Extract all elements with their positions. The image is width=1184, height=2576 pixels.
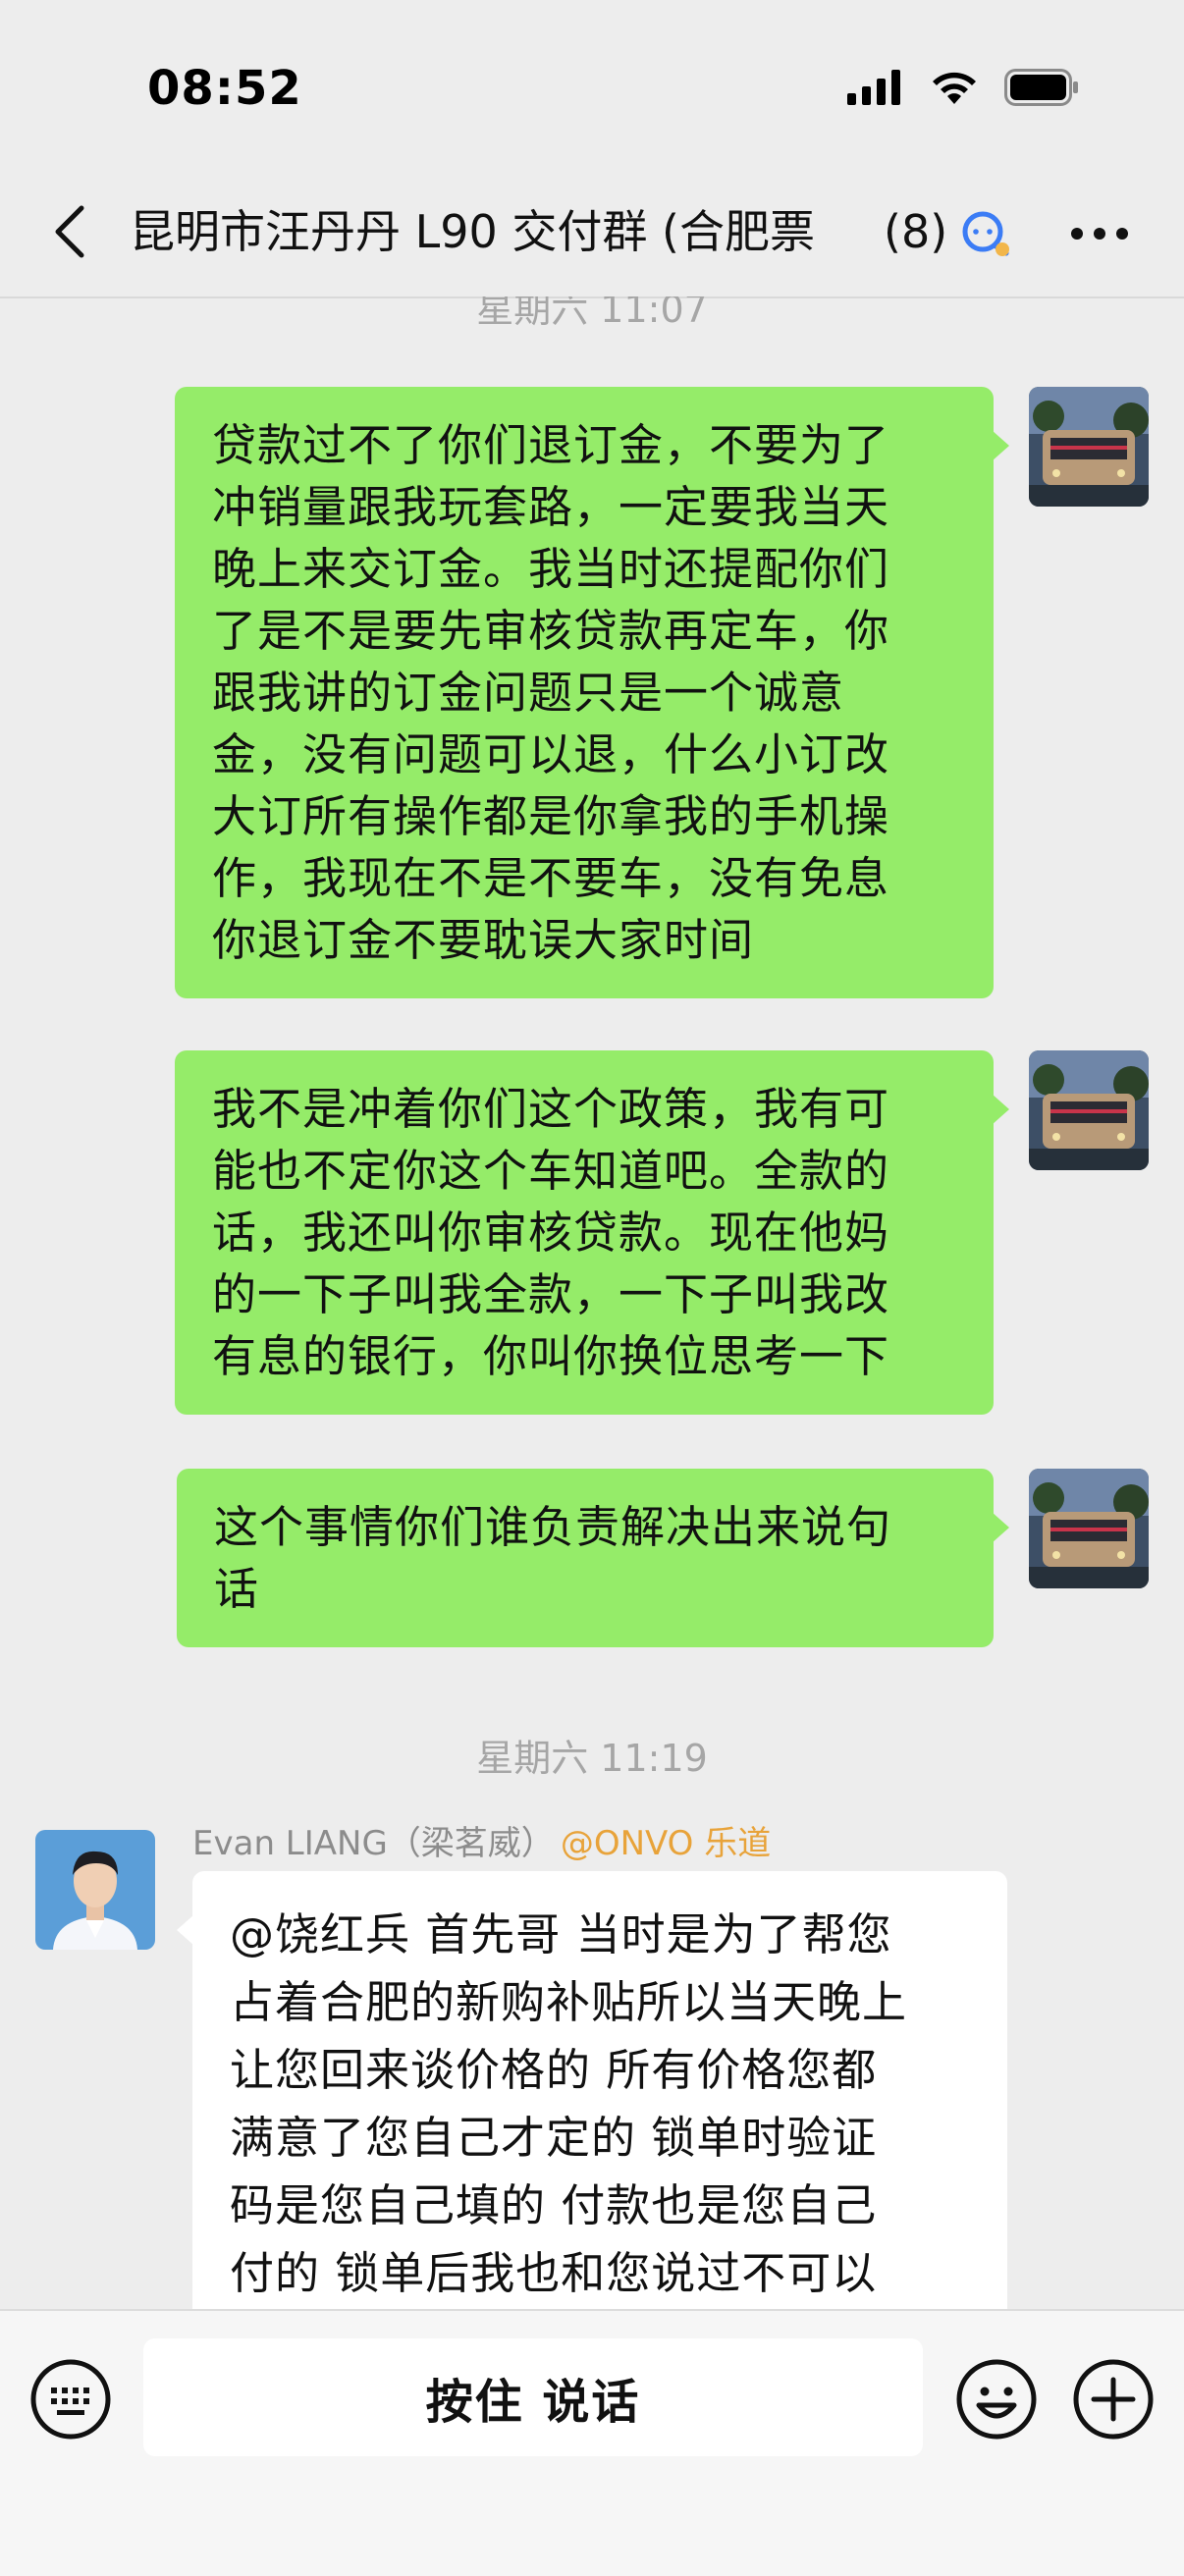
- outgoing-message[interactable]: 贷款过不了你们退订金，不要为了 冲销量跟我玩套路，一定要我当天 晚上来交订金。我…: [175, 387, 1009, 998]
- message-line: 冲销量跟我玩套路，一定要我当天: [212, 481, 890, 533]
- status-icons: [847, 69, 1081, 106]
- message-line: 跟我讲的订金问题只是一个诚意: [212, 667, 845, 719]
- cellular-signal-icon: [847, 70, 900, 105]
- message-line: 大订所有操作都是你拿我的手机操: [212, 790, 890, 842]
- message-line: 这个事情你们谁负责解决出来说句: [214, 1501, 892, 1553]
- message-line: 话: [214, 1563, 260, 1615]
- bus-photo-avatar-icon: [1029, 1469, 1149, 1588]
- outgoing-message[interactable]: 这个事情你们谁负责解决出来说句 话: [177, 1469, 1009, 1647]
- message-line: 你退订金不要耽误大家时间: [212, 914, 755, 966]
- keyboard-icon[interactable]: [29, 2358, 112, 2441]
- back-button[interactable]: [39, 202, 98, 261]
- group-title: 昆明市汪丹丹 L90 交付群 (合肥票: [130, 205, 815, 258]
- status-time: 08:52: [147, 61, 302, 116]
- chevron-left-icon: [55, 205, 84, 258]
- hold-to-talk-button[interactable]: 按住 说话: [143, 2338, 923, 2456]
- my-avatar[interactable]: [1029, 1050, 1149, 1170]
- group-chat-icon[interactable]: [957, 206, 1012, 261]
- chat-header: 昆明市汪丹丹 L90 交付群 (合肥票 (8): [0, 167, 1184, 298]
- input-bar: 按住 说话: [0, 2309, 1184, 2576]
- chat-messages[interactable]: 星期六 11:07 贷款过不了你们退订金，不要为了 冲销量跟我玩套路，一定要我当…: [0, 296, 1184, 2309]
- message-line: 有息的银行，你叫你换位思考一下: [212, 1330, 890, 1382]
- message-line: @饶红兵 首先哥 当时是为了帮您: [230, 1908, 892, 1960]
- message-line: 码是您自己填的 付款也是您自己: [230, 2179, 878, 2231]
- my-avatar[interactable]: [1029, 1469, 1149, 1588]
- member-count: (8): [884, 205, 948, 258]
- timestamp: 星期六 11:07: [476, 296, 708, 331]
- message-line: 满意了您自己才定的 锁单时验证: [230, 2112, 878, 2164]
- plus-icon[interactable]: [1072, 2358, 1155, 2441]
- wifi-icon: [933, 72, 976, 104]
- sender-org-tag: @ONVO 乐道: [560, 1824, 772, 1863]
- outgoing-message[interactable]: 我不是冲着你们这个政策，我有可 能也不定你这个车知道吧。全款的 话，我还叫你审核…: [175, 1050, 1009, 1415]
- bus-photo-avatar-icon: [1029, 387, 1149, 507]
- message-line: 让您回来谈价格的 所有价格您都: [230, 2044, 878, 2096]
- message-line: 了是不是要先审核贷款再定车，你: [212, 605, 890, 657]
- timestamp: 星期六 11:19: [476, 1737, 708, 1780]
- sender-name: Evan LIANG（梁茗威）: [192, 1824, 555, 1863]
- message-line: 能也不定你这个车知道吧。全款的: [212, 1145, 890, 1197]
- message-line: 的一下子叫我全款，一下子叫我改: [212, 1268, 890, 1320]
- message-line: 贷款过不了你们退订金，不要为了: [212, 419, 890, 471]
- my-avatar[interactable]: [1029, 387, 1149, 507]
- message-line: 付的 锁单后我也和您说过不可以: [230, 2247, 878, 2299]
- bus-photo-avatar-icon: [1029, 1050, 1149, 1170]
- incoming-message[interactable]: @饶红兵 首先哥 当时是为了帮您 占着合肥的新购补贴所以当天晚上 让您回来谈价格…: [177, 1871, 1007, 2309]
- message-line: 我不是冲着你们这个政策，我有可: [212, 1083, 890, 1135]
- status-bar: 08:52: [0, 0, 1184, 167]
- person-avatar-icon: [35, 1830, 155, 1950]
- message-line: 晚上来交订金。我当时还提配你们: [212, 543, 890, 595]
- more-button[interactable]: [1065, 206, 1134, 261]
- battery-icon: [1004, 69, 1078, 106]
- message-line: 占着合肥的新购补贴所以当天晚上: [230, 1976, 908, 2028]
- message-line: 话，我还叫你审核贷款。现在他妈: [212, 1207, 890, 1259]
- sender-info: Evan LIANG（梁茗威） @ONVO 乐道: [192, 1816, 771, 1864]
- message-line: 金，没有问题可以退，什么小订改: [212, 728, 890, 780]
- emoji-icon[interactable]: [955, 2358, 1038, 2441]
- more-dots-icon: [1071, 228, 1128, 240]
- sender-avatar[interactable]: [35, 1830, 155, 1950]
- message-line: 作，我现在不是不要车，没有免息: [212, 852, 890, 904]
